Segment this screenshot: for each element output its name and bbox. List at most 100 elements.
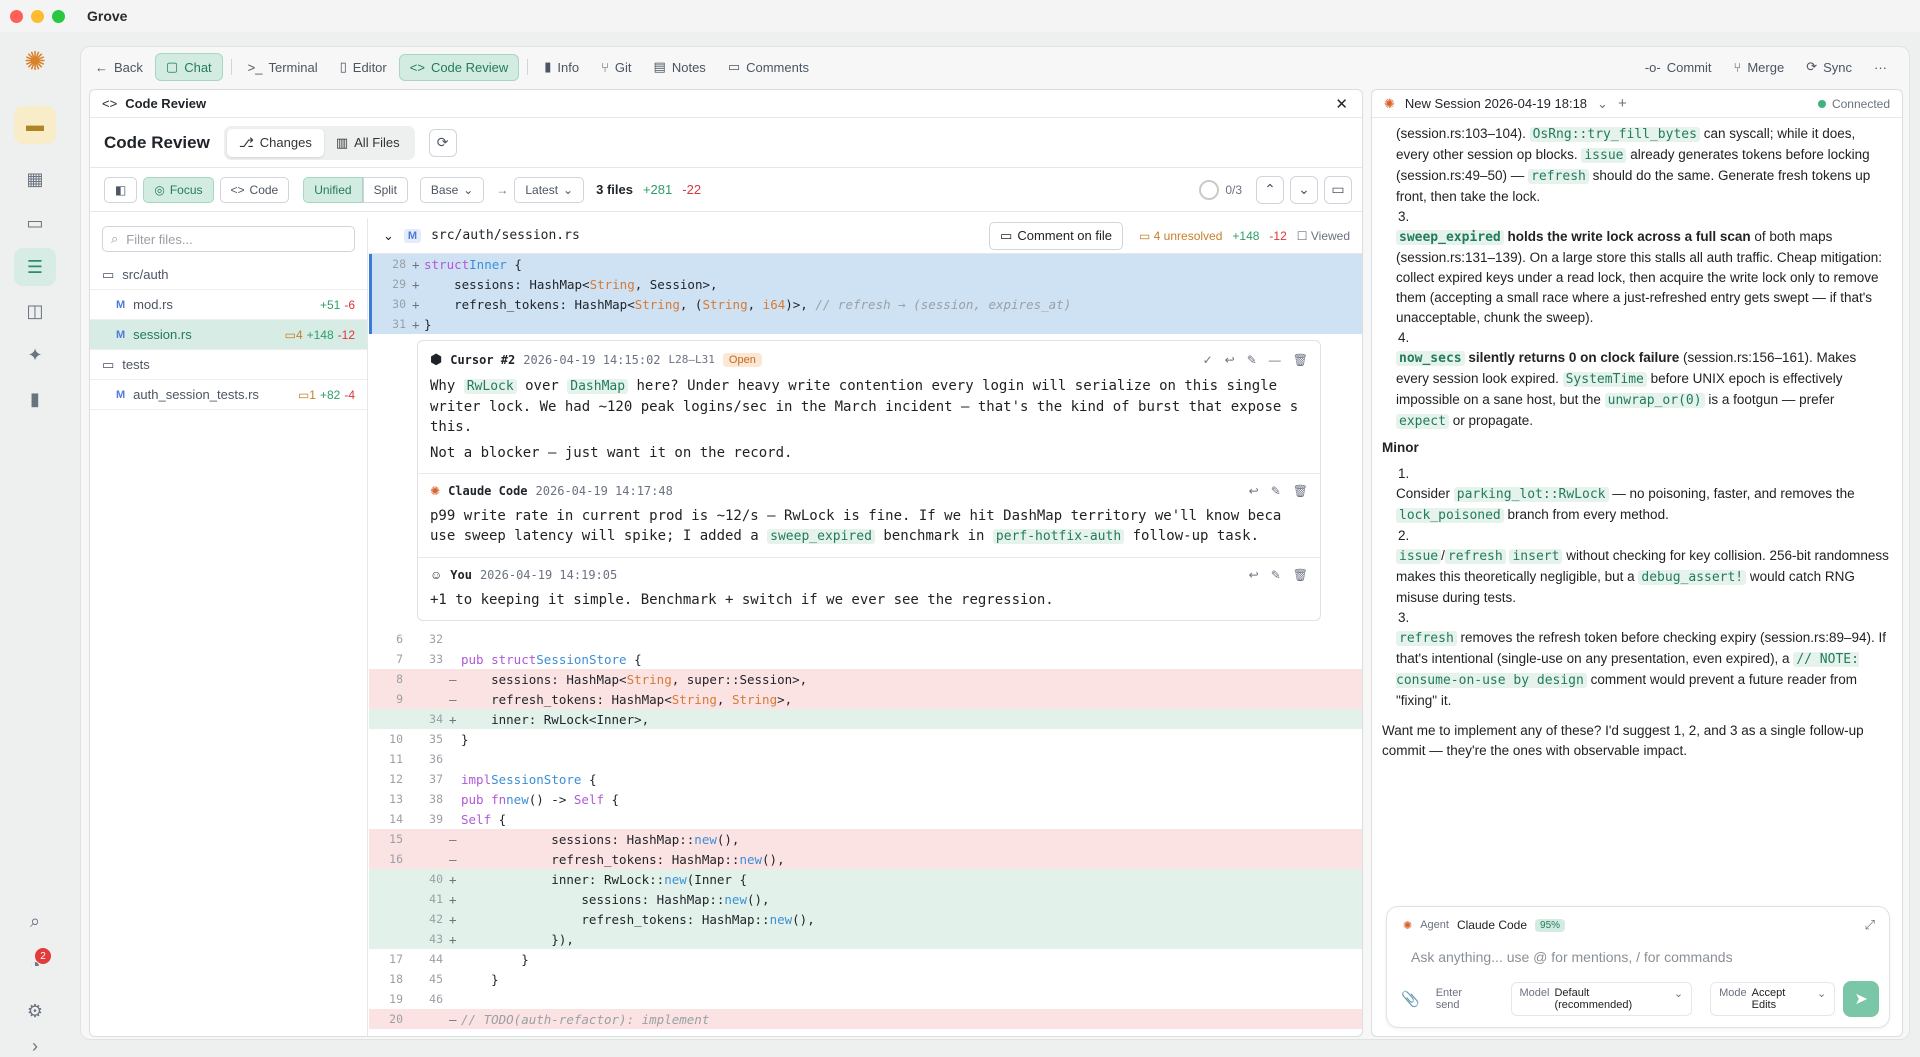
bar-chart-icon: ▮ — [544, 59, 552, 74]
chevron-down-icon[interactable]: ⌄ — [1290, 175, 1318, 204]
terminal-icon: >_ — [247, 59, 263, 75]
refresh-icon[interactable]: ⟳ — [428, 128, 457, 157]
tab-git[interactable]: ⑂ Git — [591, 55, 641, 80]
main-window: ← Back ▢ Chat >_ Terminal ▯ Editor <> Code Re… — [80, 46, 1910, 1040]
chevron-down-icon[interactable]: ⌄ — [1597, 96, 1608, 112]
chevron-right-icon[interactable]: › — [14, 1036, 56, 1056]
total-deletions: -22 — [682, 182, 702, 197]
latest-select[interactable]: Latest ⌄ — [514, 176, 585, 203]
comment-icon[interactable]: ▭ — [1324, 175, 1352, 204]
edit-icon[interactable]: ✎ — [1271, 484, 1281, 498]
bell-icon[interactable]: ◔ 2 — [14, 946, 56, 984]
total-additions: +281 — [642, 182, 673, 197]
tab-terminal[interactable]: >_ Terminal — [238, 55, 328, 80]
search-icon[interactable]: ⌕ — [14, 902, 56, 940]
comment-thread: ⬢ Cursor #2 2026-04-19 14:15:02 L28–L31 … — [417, 340, 1321, 621]
view-switcher: ⎇ Changes ▥ All Files — [223, 125, 415, 160]
resolve-icon[interactable]: ✓ — [1203, 353, 1213, 367]
sidebar-toggle-icon[interactable]: ◧ — [104, 176, 138, 203]
tab-comments[interactable]: ▭ Comments — [718, 54, 819, 80]
more-icon[interactable]: ··· — [1864, 55, 1897, 80]
grid-icon[interactable]: ▦ — [14, 160, 56, 198]
merge-icon: ⑂ — [1733, 59, 1742, 75]
chat-messages: (session.rs:103–104). OsRng::try_fill_by… — [1372, 118, 1902, 761]
laptop-icon[interactable]: ▭ — [14, 204, 56, 242]
base-select[interactable]: Base ⌄ — [419, 176, 485, 203]
model-select[interactable]: Model Default (recommended) ⌄ — [1510, 982, 1693, 1016]
comment: ☺ You 2026-04-19 14:19:05 ↩ ✎ 🗑 +1 to keep… — [430, 568, 1308, 608]
all-files-tab[interactable]: ▥ All Files — [324, 129, 412, 157]
trash-icon[interactable]: 🗑 — [1293, 484, 1308, 498]
filter-files-input[interactable]: ⌕ Filter files... — [102, 226, 355, 252]
trash-icon[interactable]: 🗑 — [1293, 568, 1308, 582]
gear-icon[interactable]: ⚙ — [14, 992, 56, 1030]
files-count: 3 files — [596, 182, 633, 197]
tree-folder[interactable]: ▭ src/auth — [90, 260, 367, 290]
folder-icon[interactable]: ▬ — [14, 106, 56, 144]
attach-icon[interactable]: 📎 — [1401, 990, 1420, 1008]
trash-icon[interactable]: 🗑 — [1293, 353, 1308, 367]
chevron-down-icon[interactable]: ⌄ — [383, 228, 394, 244]
changes-tab[interactable]: ⎇ Changes — [226, 128, 324, 157]
chat-header: ✺ New Session 2026-04-19 18:18 ⌄ + Conne… — [1372, 90, 1902, 118]
chevron-up-icon[interactable]: ⌃ — [1256, 175, 1284, 204]
tree-file[interactable]: Mauth_session_tests.rs ▭1 +82 -4 — [90, 380, 367, 410]
status-dot-icon — [1817, 99, 1826, 108]
tab-chat[interactable]: ▢ Chat — [154, 53, 223, 81]
notification-badge: 2 — [35, 948, 51, 964]
sparkle-icon[interactable]: ✦ — [14, 336, 56, 374]
window-controls — [10, 9, 65, 23]
left-rail: ✺ ▬ ▦ ▭ ☰ ◫ ✦ ▮ ⌕ ◔ 2 ⚙ › — [0, 32, 72, 1056]
tab-info[interactable]: ▮ Info — [534, 54, 589, 80]
plus-icon[interactable]: + — [1618, 95, 1627, 112]
message-input[interactable]: Ask anything... use @ for mentions, / fo… — [1387, 933, 1889, 965]
commit-button[interactable]: -o- Commit — [1635, 55, 1722, 80]
reply-icon[interactable]: ↩ — [1225, 353, 1235, 367]
changes-icon: ⎇ — [238, 134, 254, 150]
code-icon: <> — [230, 182, 245, 197]
reply-icon[interactable]: ↩ — [1249, 484, 1259, 498]
collapse-icon[interactable]: — — [1269, 353, 1281, 367]
merge-button[interactable]: ⑂ Merge — [1724, 55, 1795, 80]
unified-button[interactable]: Unified — [303, 176, 363, 203]
edit-icon[interactable]: ✎ — [1247, 353, 1257, 367]
close-window-button[interactable] — [10, 9, 23, 23]
viewed-checkbox[interactable]: ☐ Viewed — [1297, 229, 1350, 243]
page-title: Code Review — [104, 132, 210, 152]
send-button[interactable]: ➤ — [1843, 981, 1879, 1017]
status-badge: Open — [722, 352, 762, 367]
expand-icon[interactable]: ⤢ — [1865, 917, 1875, 933]
back-button[interactable]: ← Back — [85, 55, 153, 80]
chat-icon: ▢ — [165, 59, 179, 74]
tree-folder[interactable]: ▭ tests — [90, 350, 367, 380]
diff-toolbar: ◧ ◎ Focus <> Code Unified Split Base ⌄ → La… — [90, 168, 1362, 212]
comment-on-file-button[interactable]: ▭ Comment on file — [989, 221, 1123, 250]
app-title: Grove — [87, 8, 128, 24]
progress-ring-icon — [1199, 179, 1220, 200]
reply-icon[interactable]: ↩ — [1249, 568, 1259, 582]
code-button[interactable]: <> Code — [219, 176, 290, 203]
tree-file-selected[interactable]: Msession.rs ▭4 +148 -12 — [90, 320, 367, 350]
sync-button[interactable]: ⟳ Sync — [1796, 54, 1862, 80]
cursor-avatar-icon: ⬢ — [430, 351, 443, 367]
code-review-pane: <> Code Review ✕ Code Review ⎇ Changes ▥ A… — [89, 89, 1363, 1037]
minimize-window-button[interactable] — [31, 9, 44, 23]
tree-file[interactable]: Mmod.rs +51 -6 — [90, 290, 367, 320]
agent-select[interactable]: Claude Code — [1457, 918, 1527, 932]
mode-select[interactable]: Mode Accept Edits ⌄ — [1710, 982, 1836, 1016]
chart-icon[interactable]: ▮ — [14, 380, 56, 418]
tab-editor[interactable]: ▯ Editor — [330, 54, 397, 80]
tab-notes[interactable]: ▤ Notes — [644, 54, 716, 80]
widgets-icon[interactable]: ◫ — [14, 292, 56, 330]
split-button[interactable]: Split — [362, 176, 408, 203]
session-title[interactable]: New Session 2026-04-19 18:18 — [1405, 96, 1587, 111]
note-icon: ▤ — [653, 59, 666, 74]
close-icon[interactable]: ✕ — [1335, 95, 1348, 113]
diff-view: ⌄ M src/auth/session.rs ▭ Comment on file… — [369, 218, 1362, 1036]
edit-icon[interactable]: ✎ — [1271, 568, 1281, 582]
tab-code-review[interactable]: <> Code Review — [398, 53, 520, 81]
zoom-window-button[interactable] — [52, 9, 65, 23]
file-icon: ▯ — [339, 59, 347, 74]
focus-button[interactable]: ◎ Focus — [143, 176, 214, 203]
review-list-icon[interactable]: ☰ — [14, 248, 56, 286]
